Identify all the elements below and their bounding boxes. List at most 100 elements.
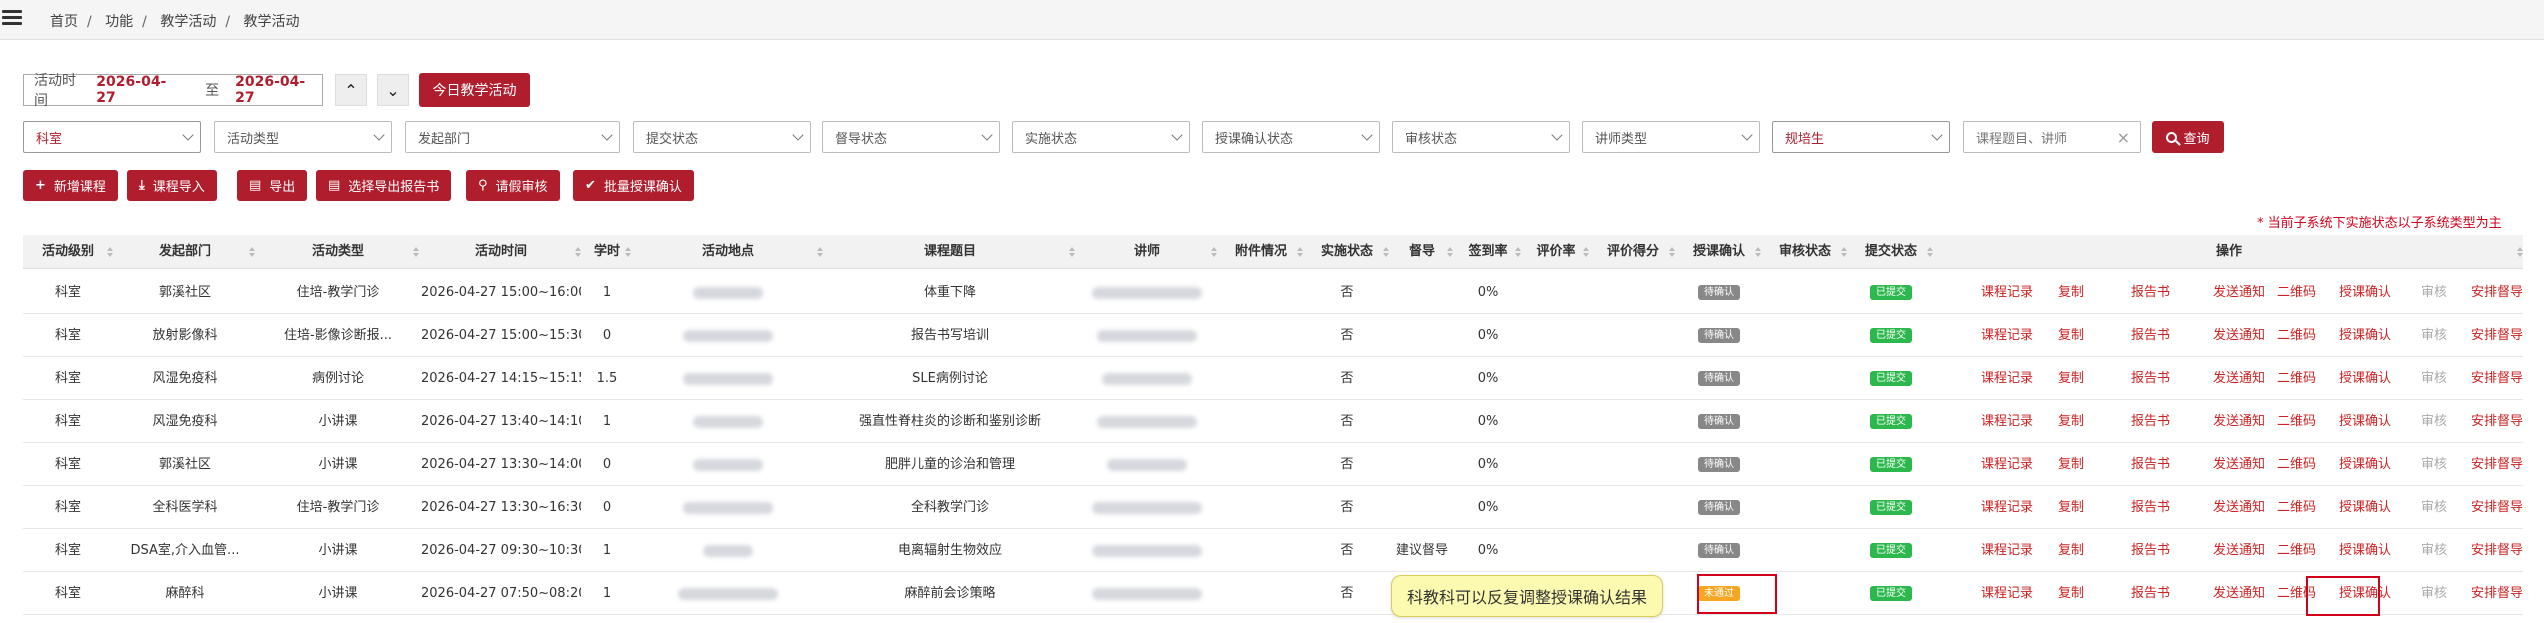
add-course-button[interactable]: + 新增课程 <box>23 170 118 201</box>
op-link[interactable]: 发送通知 <box>2213 529 2265 572</box>
op-link[interactable]: 课程记录 <box>1981 357 2033 400</box>
import-course-button[interactable]: ⤓ 课程导入 <box>127 170 217 201</box>
impl-status-select[interactable]: 实施状态 <box>1012 121 1190 153</box>
supervise-status-select[interactable]: 督导状态 <box>822 121 1000 153</box>
op-link[interactable]: 发送通知 <box>2213 314 2265 357</box>
review-status-select[interactable]: 审核状态 <box>1392 121 1570 153</box>
keyword-search-input[interactable]: 课程题目、讲师 × <box>1963 121 2141 153</box>
op-link[interactable]: 报告书 <box>2131 486 2170 529</box>
next-date-button[interactable]: ⌄ <box>377 74 409 106</box>
op-link[interactable]: 复制 <box>2058 314 2084 357</box>
date-end[interactable]: 2026-04-27 <box>235 74 322 106</box>
op-link[interactable]: 发送通知 <box>2213 357 2265 400</box>
op-link[interactable]: 安排督导 <box>2471 486 2523 529</box>
clear-icon[interactable]: × <box>2117 128 2130 147</box>
col-dept[interactable]: 发起部门 <box>115 235 255 269</box>
op-link[interactable]: 复制 <box>2058 529 2084 572</box>
op-link[interactable]: 二维码 <box>2277 400 2316 443</box>
op-link[interactable]: 审核 <box>2421 357 2447 400</box>
col-type[interactable]: 活动类型 <box>257 235 419 269</box>
col-review[interactable]: 审核状态 <box>1763 235 1847 269</box>
op-link[interactable]: 授课确认 <box>2339 400 2391 443</box>
op-link[interactable]: 课程记录 <box>1981 486 2033 529</box>
op-link[interactable]: 报告书 <box>2131 529 2170 572</box>
submit-status-select[interactable]: 提交状态 <box>633 121 811 153</box>
op-link[interactable]: 授课确认 <box>2339 314 2391 357</box>
breadcrumb-item[interactable]: 首页 <box>50 11 78 31</box>
date-start[interactable]: 2026-04-27 <box>96 74 183 106</box>
op-link[interactable]: 课程记录 <box>1981 529 2033 572</box>
col-supervise[interactable]: 督导 <box>1391 235 1453 269</box>
op-link[interactable]: 审核 <box>2421 572 2447 615</box>
op-link[interactable]: 授课确认 <box>2339 486 2391 529</box>
op-link[interactable]: 复制 <box>2058 572 2084 615</box>
trainee-select[interactable]: 规培生 <box>1772 121 1950 153</box>
op-link[interactable]: 审核 <box>2421 486 2447 529</box>
op-link[interactable]: 课程记录 <box>1981 443 2033 486</box>
op-link[interactable]: 审核 <box>2421 271 2447 314</box>
op-link[interactable]: 发送通知 <box>2213 400 2265 443</box>
op-link[interactable]: 安排督导 <box>2471 443 2523 486</box>
col-lecturer[interactable]: 讲师 <box>1077 235 1217 269</box>
col-eval-rate[interactable]: 评价率 <box>1523 235 1589 269</box>
op-link[interactable]: 复制 <box>2058 486 2084 529</box>
op-link[interactable]: 课程记录 <box>1981 271 2033 314</box>
op-link[interactable]: 二维码 <box>2277 271 2316 314</box>
op-link[interactable]: 课程记录 <box>1981 572 2033 615</box>
query-button[interactable]: 查询 <box>2152 121 2224 153</box>
breadcrumb-item[interactable]: 教学活动 <box>160 11 216 31</box>
op-link[interactable]: 二维码 <box>2277 357 2316 400</box>
leave-review-button[interactable]: ⚲ 请假审核 <box>466 170 560 201</box>
op-link[interactable]: 安排督导 <box>2471 357 2523 400</box>
op-link[interactable]: 授课确认 <box>2339 443 2391 486</box>
today-activities-button[interactable]: 今日教学活动 <box>419 73 530 107</box>
op-link[interactable]: 安排督导 <box>2471 572 2523 615</box>
op-link[interactable]: 课程记录 <box>1981 314 2033 357</box>
op-link[interactable]: 安排督导 <box>2471 400 2523 443</box>
op-link[interactable]: 报告书 <box>2131 572 2170 615</box>
op-link[interactable]: 安排督导 <box>2471 529 2523 572</box>
prev-date-button[interactable]: ⌃ <box>335 74 367 106</box>
breadcrumb-item[interactable]: 功能 <box>105 11 133 31</box>
col-sign-rate[interactable]: 签到率 <box>1455 235 1521 269</box>
op-link[interactable]: 安排督导 <box>2471 314 2523 357</box>
op-link[interactable]: 发送通知 <box>2213 271 2265 314</box>
op-link[interactable]: 报告书 <box>2131 271 2170 314</box>
col-submit[interactable]: 提交状态 <box>1849 235 1933 269</box>
op-link[interactable]: 复制 <box>2058 357 2084 400</box>
col-confirm[interactable]: 授课确认 <box>1677 235 1761 269</box>
op-link[interactable]: 报告书 <box>2131 357 2170 400</box>
op-link[interactable]: 审核 <box>2421 443 2447 486</box>
op-link[interactable]: 授课确认 <box>2339 271 2391 314</box>
col-attachment[interactable]: 附件情况 <box>1219 235 1303 269</box>
menu-icon[interactable] <box>2 10 22 28</box>
op-link[interactable]: 报告书 <box>2131 400 2170 443</box>
op-link[interactable]: 发送通知 <box>2213 443 2265 486</box>
col-impl[interactable]: 实施状态 <box>1305 235 1389 269</box>
op-link[interactable]: 发送通知 <box>2213 486 2265 529</box>
op-link[interactable]: 二维码 <box>2277 443 2316 486</box>
op-link[interactable]: 复制 <box>2058 400 2084 443</box>
op-link[interactable]: 发送通知 <box>2213 572 2265 615</box>
op-link[interactable]: 授课确认 <box>2339 529 2391 572</box>
col-hours[interactable]: 学时 <box>583 235 631 269</box>
op-link[interactable]: 报告书 <box>2131 443 2170 486</box>
activity-type-select[interactable]: 活动类型 <box>214 121 392 153</box>
op-link[interactable]: 审核 <box>2421 529 2447 572</box>
col-eval-score[interactable]: 评价得分 <box>1591 235 1675 269</box>
op-link[interactable]: 报告书 <box>2131 314 2170 357</box>
op-link[interactable]: 审核 <box>2421 400 2447 443</box>
col-title[interactable]: 课程题目 <box>825 235 1075 269</box>
level-select[interactable]: 科室 <box>23 121 201 153</box>
op-link[interactable]: 二维码 <box>2277 486 2316 529</box>
batch-confirm-button[interactable]: ✔ 批量授课确认 <box>573 170 694 201</box>
export-report-button[interactable]: ▤ 选择导出报告书 <box>316 170 452 201</box>
org-dept-select[interactable]: 发起部门 <box>405 121 620 153</box>
export-button[interactable]: ▤ 导出 <box>237 170 308 201</box>
op-link[interactable]: 授课确认 <box>2339 357 2391 400</box>
op-link[interactable]: 复制 <box>2058 443 2084 486</box>
op-link[interactable]: 安排督导 <box>2471 271 2523 314</box>
op-link[interactable]: 审核 <box>2421 314 2447 357</box>
date-range-picker[interactable]: 活动时间 2026-04-27 至 2026-04-27 <box>23 73 323 109</box>
op-link[interactable]: 课程记录 <box>1981 400 2033 443</box>
